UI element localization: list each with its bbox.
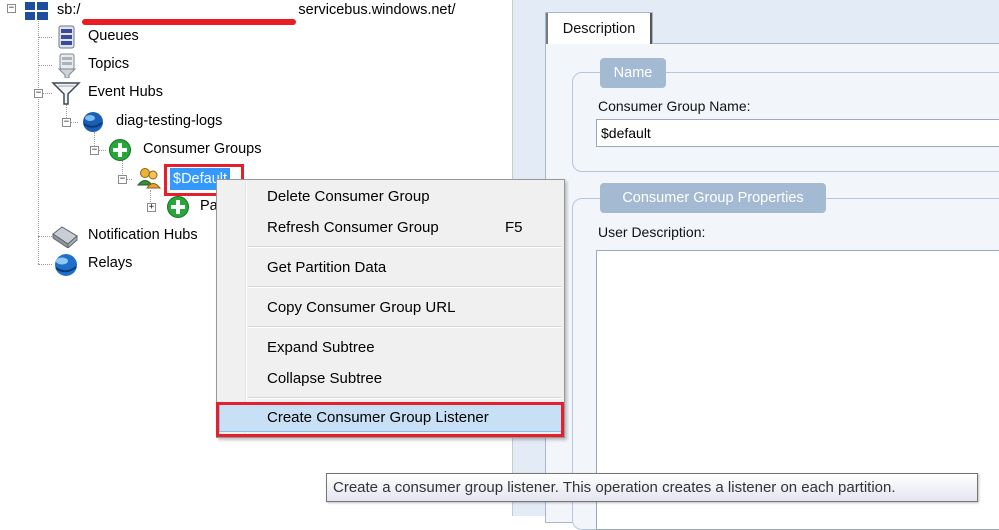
tree-line	[38, 264, 52, 265]
default-group-collapse-toggle[interactable]: −	[118, 175, 127, 184]
windows-logo-icon	[25, 2, 48, 20]
menu-item-label: Copy Consumer Group URL	[267, 299, 456, 316]
funnel-stack-icon	[57, 53, 77, 78]
menu-item-label: Get Partition Data	[267, 259, 387, 276]
consumer-group-name-label: Consumer Group Name:	[598, 98, 751, 114]
menu-item-label: Delete Consumer Group	[267, 188, 430, 205]
tab-description[interactable]: Description	[545, 12, 653, 44]
tooltip: Create a consumer group listener. This o…	[326, 473, 978, 502]
menu-item-label: Collapse Subtree	[267, 370, 383, 387]
tree-line	[38, 37, 52, 38]
menu-item-label: Refresh Consumer Group	[267, 219, 439, 236]
name-group-title: Name	[600, 58, 666, 88]
tree-node-relays[interactable]: Relays	[88, 255, 132, 271]
funnel-icon	[51, 82, 81, 105]
root-label-prefix: sb:/	[57, 2, 81, 18]
tree-node-event-hubs[interactable]: Event Hubs	[88, 84, 163, 100]
tree-node-queues[interactable]: Queues	[88, 28, 139, 44]
tree-line	[38, 65, 52, 66]
tree-node-hub[interactable]: diag-testing-logs	[116, 113, 222, 129]
tree-node-consumer-groups[interactable]: Consumer Groups	[143, 141, 261, 157]
menu-item-refresh-consumer-group[interactable]: Refresh Consumer Group F5	[219, 214, 562, 242]
event-hubs-collapse-toggle[interactable]: −	[34, 89, 43, 98]
root-node[interactable]: sb:/ servicebus.windows.net/	[57, 2, 456, 25]
redaction-mark	[82, 19, 297, 25]
menu-item-expand-subtree[interactable]: Expand Subtree	[219, 334, 562, 362]
root-collapse-toggle[interactable]: −	[7, 4, 16, 13]
menu-separator	[248, 326, 562, 328]
globe-icon	[83, 112, 103, 132]
menu-separator	[248, 286, 562, 288]
partitions-expand-toggle[interactable]: +	[147, 203, 156, 212]
user-description-label: User Description:	[598, 224, 706, 240]
menu-separator	[248, 397, 562, 399]
consumer-groups-collapse-toggle[interactable]: −	[90, 146, 99, 155]
consumer-group-name-input[interactable]	[596, 119, 999, 147]
context-menu: Delete Consumer Group Refresh Consumer G…	[216, 179, 565, 438]
tree-node-topics[interactable]: Topics	[88, 56, 129, 72]
green-plus-icon	[167, 196, 189, 218]
menu-item-collapse-subtree[interactable]: Collapse Subtree	[219, 365, 562, 393]
menu-separator	[248, 246, 562, 248]
users-icon	[136, 168, 162, 189]
globe-icon	[55, 254, 77, 276]
tree-line	[38, 14, 39, 264]
menu-item-get-partition-data[interactable]: Get Partition Data	[219, 254, 562, 282]
device-icon	[52, 226, 78, 248]
listener-annotation-box	[216, 402, 564, 437]
menu-item-shortcut: F5	[505, 219, 523, 236]
menu-item-label: Expand Subtree	[267, 339, 375, 356]
menu-item-copy-consumer-group-url[interactable]: Copy Consumer Group URL	[219, 294, 562, 322]
root-label-suffix: servicebus.windows.net/	[298, 2, 456, 18]
database-stack-icon	[58, 25, 75, 49]
hub-collapse-toggle[interactable]: −	[62, 118, 71, 127]
properties-group-title: Consumer Group Properties	[600, 183, 826, 213]
green-plus-icon	[109, 139, 131, 161]
menu-item-delete-consumer-group[interactable]: Delete Consumer Group	[219, 183, 562, 211]
tree-node-notification-hubs[interactable]: Notification Hubs	[88, 227, 198, 243]
